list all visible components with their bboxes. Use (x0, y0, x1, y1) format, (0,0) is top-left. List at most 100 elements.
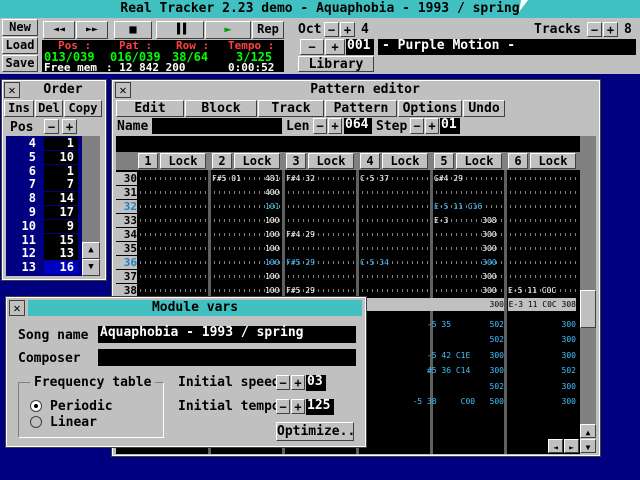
pattern-cell[interactable]: G#4 29 (434, 172, 504, 185)
pattern-scroll-right-icon[interactable]: ► (564, 439, 579, 453)
pattern-cell[interactable]: 300 (508, 318, 576, 331)
rewind-button[interactable]: ◄◄ (43, 21, 75, 39)
pattern-scroll-down-icon[interactable]: ▼ (580, 439, 596, 453)
pattern-cell[interactable] (360, 284, 430, 297)
pattern-cell[interactable]: 100 (212, 284, 282, 297)
pattern-cell[interactable]: F#5 29 (286, 256, 356, 269)
pattern-cell[interactable] (138, 228, 208, 241)
pattern-cell[interactable]: 502 (508, 364, 576, 377)
track-number-3[interactable]: 3 (286, 153, 306, 169)
pause-button[interactable]: ▐▐ (156, 21, 204, 39)
pattern-cell[interactable] (360, 186, 430, 199)
menu-undo[interactable]: Undo (463, 100, 505, 117)
tracks-plus-button[interactable]: + (603, 22, 618, 37)
track-number-6[interactable]: 6 (508, 153, 528, 169)
pattern-cell[interactable] (360, 200, 430, 213)
len-plus-button[interactable]: + (328, 118, 342, 134)
order-ins-button[interactable]: Ins (4, 100, 34, 117)
order-plus-button[interactable]: + (62, 119, 77, 134)
menu-track[interactable]: Track (258, 100, 324, 117)
order-pattern-value[interactable]: 1 (44, 137, 78, 150)
pattern-cell[interactable]: 300 (434, 284, 504, 297)
track-number-1[interactable]: 1 (138, 153, 158, 169)
step-minus-button[interactable]: − (410, 118, 424, 134)
composer-field[interactable] (98, 349, 356, 366)
pattern-cell[interactable] (138, 242, 208, 255)
pattern-scroll-thumb[interactable] (580, 290, 596, 328)
pattern-cell[interactable] (138, 256, 208, 269)
speed-plus-button[interactable]: + (291, 375, 305, 390)
pattern-cell[interactable] (286, 270, 356, 283)
oct-plus-button[interactable]: + (340, 22, 355, 37)
pattern-cell[interactable]: 100 (212, 242, 282, 255)
pattern-cell[interactable] (508, 242, 578, 255)
pattern-cell[interactable] (508, 256, 578, 269)
song-plus-button[interactable]: + (325, 39, 345, 55)
pattern-cell[interactable]: -5 38 C00 500 (366, 395, 504, 408)
pattern-cell[interactable]: E-5 11 C16 (434, 200, 504, 213)
pattern-scrollbar[interactable] (580, 136, 596, 438)
oct-minus-button[interactable]: − (324, 22, 339, 37)
order-pattern-value[interactable]: 13 (44, 247, 78, 261)
pattern-cell[interactable]: 100 (212, 228, 282, 241)
pattern-cell[interactable] (360, 242, 430, 255)
periodic-radio-icon[interactable] (30, 400, 42, 412)
pattern-cell[interactable] (508, 172, 578, 185)
repeat-button[interactable]: Rep (252, 21, 284, 39)
pattern-cell[interactable]: 300 (508, 349, 576, 362)
pattern-cell[interactable]: 300 (366, 298, 504, 311)
pattern-cell[interactable]: 400 (212, 186, 282, 199)
menu-block[interactable]: Block (185, 100, 257, 117)
order-pattern-value[interactable]: 17 (44, 206, 78, 219)
pattern-cell[interactable]: 101 (212, 200, 282, 213)
track-number-4[interactable]: 4 (360, 153, 380, 169)
track-lock-button[interactable]: Lock (234, 153, 280, 169)
pattern-cell[interactable] (360, 270, 430, 283)
pattern-cell[interactable] (508, 270, 578, 283)
order-del-button[interactable]: Del (35, 100, 63, 117)
library-button[interactable]: Library (298, 56, 374, 72)
order-pattern-value[interactable]: 10 (44, 150, 78, 164)
step-plus-button[interactable]: + (425, 118, 439, 134)
pattern-cell[interactable]: F#5 01 481 (212, 172, 282, 185)
pattern-cell[interactable] (138, 270, 208, 283)
order-pattern-value[interactable]: 14 (44, 192, 78, 206)
track-lock-button[interactable]: Lock (456, 153, 502, 169)
pattern-cell[interactable] (286, 214, 356, 227)
pattern-cell[interactable]: F#4 32 (286, 172, 356, 185)
fast-forward-button[interactable]: ►► (76, 21, 108, 39)
stop-button[interactable]: ■ (114, 21, 152, 39)
pattern-cell[interactable]: 502 (366, 333, 504, 346)
pattern-cell[interactable] (508, 200, 578, 213)
track-lock-button[interactable]: Lock (530, 153, 576, 169)
pattern-cell[interactable] (138, 214, 208, 227)
pattern-cell[interactable]: E-5 11 C0C (508, 284, 578, 297)
pattern-cell[interactable] (508, 214, 578, 227)
menu-pattern[interactable]: Pattern (325, 100, 397, 117)
len-minus-button[interactable]: − (313, 118, 327, 134)
new-button[interactable]: New (2, 19, 38, 36)
load-button[interactable]: Load (2, 37, 38, 54)
linear-radio-icon[interactable] (30, 416, 42, 428)
track-lock-button[interactable]: Lock (308, 153, 354, 169)
pattern-cell[interactable] (286, 242, 356, 255)
pattern-scroll-left-icon[interactable]: ◄ (548, 439, 563, 453)
pattern-cell[interactable]: E-3 11 C0C 308 (508, 298, 576, 311)
pattern-cell[interactable]: C-5 34 (360, 256, 430, 269)
pattern-cell[interactable] (360, 214, 430, 227)
pattern-cell[interactable]: 300 (434, 270, 504, 283)
pattern-cell[interactable]: E-3 308 (434, 214, 504, 227)
pattern-cell[interactable]: 300 (434, 256, 504, 269)
song-minus-button[interactable]: − (300, 39, 324, 55)
pattern-editor-close-icon[interactable]: ✕ (115, 82, 131, 98)
order-pattern-value[interactable]: 16 (44, 261, 78, 275)
pattern-cell[interactable]: 300 (434, 228, 504, 241)
pattern-cell[interactable] (508, 186, 578, 199)
pattern-cell[interactable] (508, 228, 578, 241)
track-number-2[interactable]: 2 (212, 153, 232, 169)
pattern-cell[interactable]: 300 (508, 380, 576, 393)
tempo-minus-button[interactable]: − (276, 399, 290, 414)
pattern-cell[interactable]: #5 36 C14 300 (366, 364, 504, 377)
pattern-cell[interactable]: 100 (212, 214, 282, 227)
order-scroll-up-icon[interactable]: ▲ (82, 242, 100, 259)
